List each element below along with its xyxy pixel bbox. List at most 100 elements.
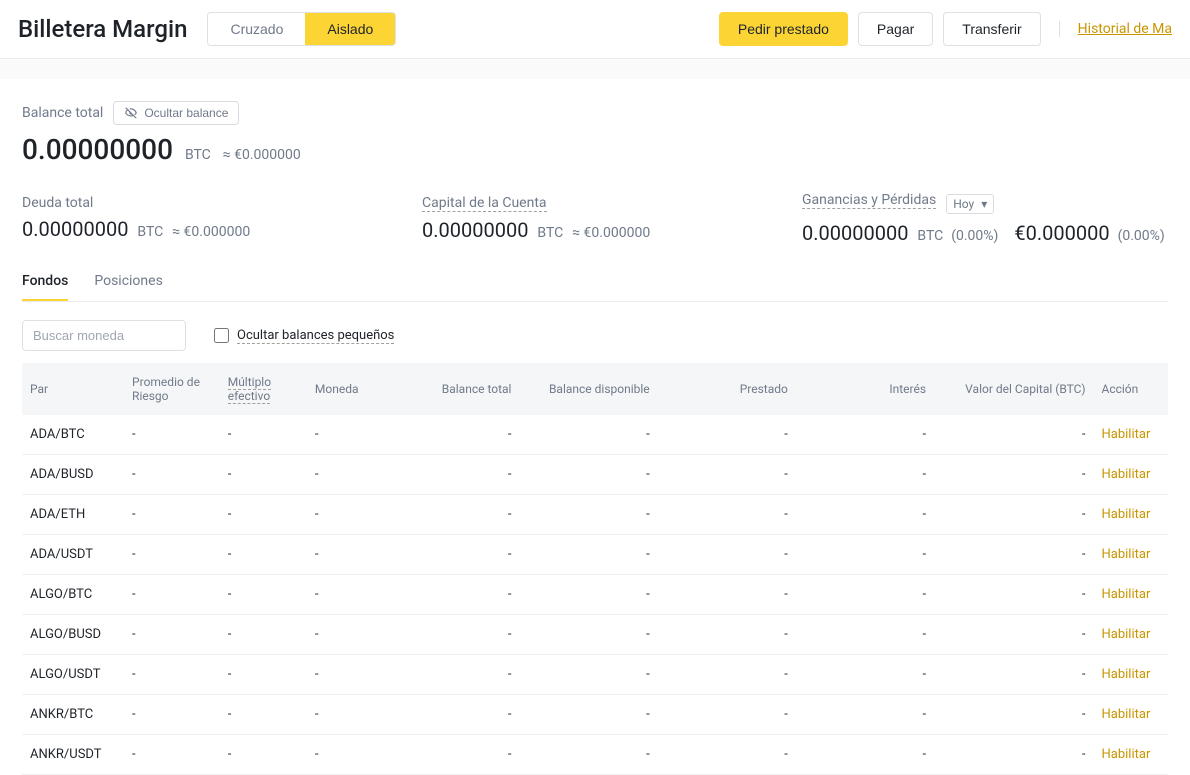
th-total: Balance total — [413, 363, 519, 415]
pnl-btc-unit: BTC — [917, 228, 943, 244]
enable-link[interactable]: Habilitar — [1102, 707, 1151, 722]
cell-avail: - — [519, 415, 657, 455]
debt-unit: BTC — [137, 224, 163, 240]
hide-balance-button[interactable]: Ocultar balance — [113, 101, 239, 125]
cell-action: Habilitar — [1094, 495, 1169, 535]
th-risk: Promedio de Riesgo — [124, 363, 220, 415]
tab-cross[interactable]: Cruzado — [208, 13, 305, 45]
cell-risk: - — [124, 695, 220, 735]
cell-borrowed: - — [658, 615, 796, 655]
enable-link[interactable]: Habilitar — [1102, 427, 1151, 442]
th-coin: Moneda — [307, 363, 413, 415]
cell-action: Habilitar — [1094, 615, 1169, 655]
cell-mult: - — [220, 535, 307, 575]
cell-equity: - — [934, 535, 1093, 575]
cell-total: - — [413, 455, 519, 495]
th-mult: Múltiplo efectivo — [220, 363, 307, 415]
table-row: ALGO/BUSD--------Habilitar — [22, 615, 1168, 655]
hide-small-balances[interactable]: Ocultar balances pequeños — [214, 328, 394, 344]
cell-mult: - — [220, 455, 307, 495]
table-row: ANKR/USDT--------Habilitar — [22, 735, 1168, 775]
enable-link[interactable]: Habilitar — [1102, 627, 1151, 642]
cell-borrowed: - — [658, 415, 796, 455]
cell-action: Habilitar — [1094, 655, 1169, 695]
debt-approx: ≈ €0.000000 — [172, 224, 250, 240]
chevron-down-icon: ▾ — [981, 197, 987, 211]
enable-link[interactable]: Habilitar — [1102, 467, 1151, 482]
pnl-period-select[interactable]: Hoy ▾ — [946, 194, 994, 214]
pay-button[interactable]: Pagar — [858, 12, 933, 46]
total-balance-value: 0.00000000 — [22, 133, 173, 166]
equity-approx: ≈ €0.000000 — [572, 225, 650, 241]
cell-total: - — [413, 615, 519, 655]
cell-risk: - — [124, 735, 220, 775]
cell-avail: - — [519, 655, 657, 695]
enable-link[interactable]: Habilitar — [1102, 507, 1151, 522]
cell-coin: - — [307, 415, 413, 455]
sub-tabs: Fondos Posiciones — [22, 273, 1168, 302]
enable-link[interactable]: Habilitar — [1102, 667, 1151, 682]
cell-pair: ALGO/BUSD — [22, 615, 124, 655]
equity-label: Capital de la Cuenta — [422, 195, 547, 212]
cell-interest: - — [796, 655, 934, 695]
cell-total: - — [413, 695, 519, 735]
cell-risk: - — [124, 535, 220, 575]
cell-total: - — [413, 415, 519, 455]
borrow-button[interactable]: Pedir prestado — [719, 12, 848, 46]
transfer-button[interactable]: Transferir — [943, 12, 1040, 46]
enable-link[interactable]: Habilitar — [1102, 587, 1151, 602]
enable-link[interactable]: Habilitar — [1102, 747, 1151, 762]
cell-avail: - — [519, 455, 657, 495]
cell-equity: - — [934, 495, 1093, 535]
th-pair: Par — [22, 363, 124, 415]
cell-action: Habilitar — [1094, 455, 1169, 495]
search-input[interactable] — [22, 320, 186, 351]
th-avail: Balance disponible — [519, 363, 657, 415]
cell-action: Habilitar — [1094, 695, 1169, 735]
debt-value: 0.00000000 — [22, 217, 128, 241]
tab-funds[interactable]: Fondos — [22, 273, 68, 301]
cell-coin: - — [307, 695, 413, 735]
cell-total: - — [413, 735, 519, 775]
cell-pair: ALGO/BTC — [22, 575, 124, 615]
equity-value: 0.00000000 — [422, 218, 528, 242]
cell-borrowed: - — [658, 455, 796, 495]
cell-interest: - — [796, 695, 934, 735]
cell-risk: - — [124, 655, 220, 695]
cell-equity: - — [934, 455, 1093, 495]
margin-mode-tabs: Cruzado Aislado — [207, 12, 396, 46]
cell-borrowed: - — [658, 735, 796, 775]
cell-interest: - — [796, 735, 934, 775]
cell-total: - — [413, 575, 519, 615]
history-link[interactable]: Historial de Ma — [1059, 21, 1172, 37]
header: Billetera Margin Cruzado Aislado Pedir p… — [0, 0, 1190, 59]
cell-pair: ADA/USDT — [22, 535, 124, 575]
cell-coin: - — [307, 455, 413, 495]
tab-isolated[interactable]: Aislado — [305, 13, 395, 45]
cell-mult: - — [220, 695, 307, 735]
pnl-eur-value: €0.000000 — [1014, 221, 1109, 245]
pnl-btc-pct: (0.00%) — [951, 228, 998, 244]
cell-risk: - — [124, 415, 220, 455]
hide-small-checkbox[interactable] — [214, 328, 229, 343]
cell-interest: - — [796, 455, 934, 495]
cell-equity: - — [934, 655, 1093, 695]
cell-risk: - — [124, 455, 220, 495]
enable-link[interactable]: Habilitar — [1102, 547, 1151, 562]
cell-risk: - — [124, 615, 220, 655]
cell-pair: ADA/BUSD — [22, 455, 124, 495]
cell-borrowed: - — [658, 535, 796, 575]
pnl-period-value: Hoy — [953, 197, 974, 211]
pnl-btc-value: 0.00000000 — [802, 221, 908, 245]
cell-risk: - — [124, 575, 220, 615]
cell-action: Habilitar — [1094, 415, 1169, 455]
cell-mult: - — [220, 655, 307, 695]
tab-positions[interactable]: Posiciones — [94, 273, 162, 301]
cell-pair: ADA/ETH — [22, 495, 124, 535]
total-balance-unit: BTC — [185, 147, 211, 163]
pnl-label: Ganancias y Pérdidas — [802, 192, 936, 209]
cell-total: - — [413, 655, 519, 695]
equity-unit: BTC — [537, 225, 563, 241]
table-row: ADA/USDT--------Habilitar — [22, 535, 1168, 575]
table-row: ADA/BTC--------Habilitar — [22, 415, 1168, 455]
